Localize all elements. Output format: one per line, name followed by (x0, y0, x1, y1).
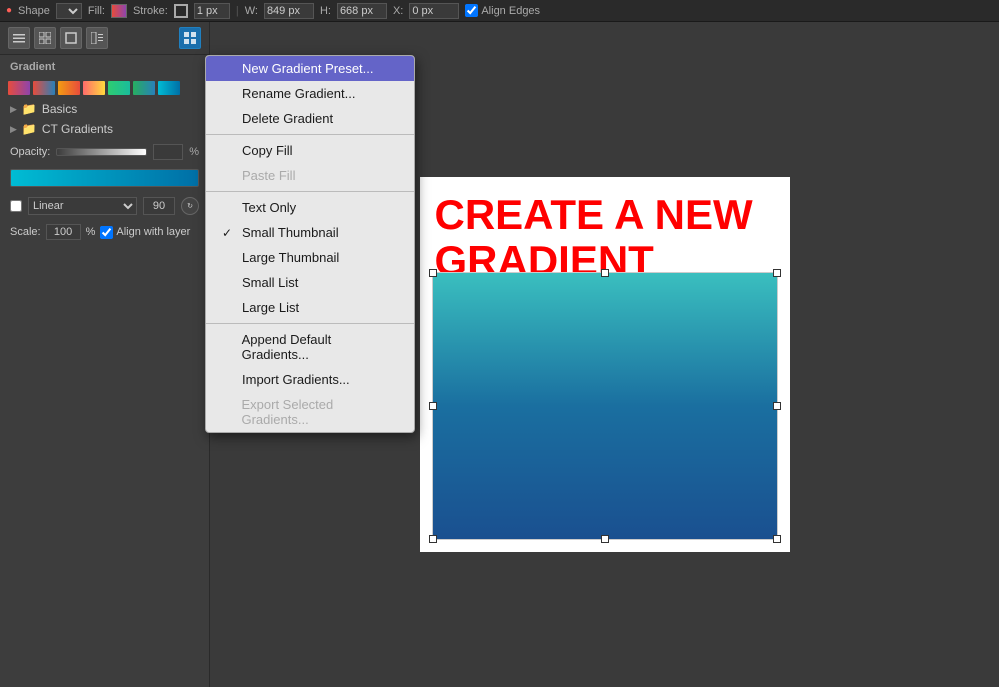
width-input[interactable] (264, 3, 314, 19)
detail-icon-btn[interactable] (86, 27, 108, 49)
menu-item-small-list[interactable]: Small List (206, 270, 414, 295)
folder-name-ct: CT Gradients (42, 122, 113, 136)
folder-icon-ct: 📁 (22, 122, 37, 136)
stroke-swatch[interactable] (174, 4, 188, 18)
swatch-1[interactable] (8, 81, 30, 95)
top-toolbar: ● Shape Fill: Stroke: | W: H: X: Align E… (0, 0, 999, 22)
bottom-controls: Linear ↻ (0, 191, 209, 221)
toolbar-x-label: X: (393, 5, 403, 17)
type-checkbox[interactable] (10, 200, 22, 212)
canvas-document: CREATE A NEW GRADIENT (420, 177, 790, 552)
toolbar-fill-label: Fill: (88, 5, 105, 17)
single-icon-btn[interactable] (60, 27, 82, 49)
menu-item-export-selected: Export Selected Gradients... (206, 392, 414, 432)
handle-tr[interactable] (773, 269, 781, 277)
canvas-headline: CREATE A NEW GRADIENT (435, 192, 753, 284)
expand-arrow-ct: ▶ (10, 124, 17, 135)
gradient-rectangle[interactable] (432, 272, 778, 540)
gradient-bar[interactable] (10, 169, 199, 187)
toolbar-shape-label: Shape (18, 5, 50, 17)
menu-item-text-only[interactable]: Text Only (206, 195, 414, 220)
scale-input[interactable] (46, 224, 81, 240)
left-panel: Gradient ▶ 📁 Basics ▶ 📁 CT Gradients Opa… (0, 22, 210, 687)
scale-pct-label: % (86, 226, 96, 238)
toolbar-stroke-label: Stroke: (133, 5, 168, 17)
menu-item-rename-gradient[interactable]: Rename Gradient... (206, 81, 414, 106)
headline-line1: CREATE A NEW (435, 192, 753, 238)
list-icon-btn[interactable] (8, 27, 30, 49)
height-input[interactable] (337, 3, 387, 19)
handle-bm[interactable] (601, 535, 609, 543)
swatch-4[interactable] (83, 81, 105, 95)
folder-ct-gradients[interactable]: ▶ 📁 CT Gradients (0, 119, 209, 139)
divider1: | (236, 5, 239, 17)
gradient-panel-title: Gradient (0, 55, 209, 77)
stroke-width-input[interactable] (194, 3, 230, 19)
handle-mr[interactable] (773, 402, 781, 410)
menu-item-paste-fill: Paste Fill (206, 163, 414, 188)
opacity-row: Opacity: % (0, 139, 209, 165)
toolbar-w-label: W: (245, 5, 258, 17)
opacity-slider[interactable] (56, 148, 147, 156)
expand-arrow-basics: ▶ (10, 104, 17, 115)
folder-icon-basics: 📁 (22, 102, 37, 116)
swatch-2[interactable] (33, 81, 55, 95)
menu-item-append-default[interactable]: Append Default Gradients... (206, 327, 414, 367)
handle-ml[interactable] (429, 402, 437, 410)
shape-dropdown[interactable] (56, 3, 82, 19)
toolbar-h-label: H: (320, 5, 331, 17)
gradient-bar-container (0, 165, 209, 191)
x-input[interactable] (409, 3, 459, 19)
menu-item-import-gradients[interactable]: Import Gradients... (206, 367, 414, 392)
scale-label: Scale: (10, 226, 41, 238)
handle-br[interactable] (773, 535, 781, 543)
angle-dial[interactable]: ↻ (181, 197, 199, 215)
menu-item-small-thumbnail[interactable]: ✓ Small Thumbnail (206, 220, 414, 245)
handle-tm[interactable] (601, 269, 609, 277)
menu-divider-3 (206, 323, 414, 324)
view-icons-row (0, 22, 209, 55)
opacity-input[interactable] (153, 144, 183, 160)
menu-item-large-list[interactable]: Large List (206, 295, 414, 320)
type-select[interactable]: Linear (28, 197, 137, 215)
align-layer-label[interactable]: Align with layer (100, 226, 190, 239)
check-small-thumb: ✓ (222, 226, 236, 240)
menu-item-new-gradient-preset[interactable]: New Gradient Preset... (206, 56, 414, 81)
fill-swatch[interactable] (111, 4, 127, 18)
close-icon[interactable]: ● (6, 5, 12, 16)
align-edges-label[interactable]: Align Edges (465, 4, 540, 17)
selected-view-icon-btn[interactable] (179, 27, 201, 49)
pct-label: % (189, 146, 199, 158)
scale-row: Scale: % Align with layer (0, 221, 209, 243)
angle-input[interactable] (143, 197, 175, 215)
menu-divider-2 (206, 191, 414, 192)
align-edges-checkbox[interactable] (465, 4, 478, 17)
swatch-3[interactable] (58, 81, 80, 95)
folder-name-basics: Basics (42, 102, 77, 116)
menu-item-copy-fill[interactable]: Copy Fill (206, 138, 414, 163)
gradient-swatches (0, 77, 209, 99)
grid-icon-btn[interactable] (34, 27, 56, 49)
align-layer-checkbox[interactable] (100, 226, 113, 239)
handle-bl[interactable] (429, 535, 437, 543)
menu-divider-1 (206, 134, 414, 135)
dropdown-menu: New Gradient Preset... Rename Gradient..… (205, 55, 415, 433)
swatch-6[interactable] (133, 81, 155, 95)
opacity-label: Opacity: (10, 146, 50, 158)
handle-tl[interactable] (429, 269, 437, 277)
folder-basics[interactable]: ▶ 📁 Basics (0, 99, 209, 119)
menu-item-delete-gradient[interactable]: Delete Gradient (206, 106, 414, 131)
swatch-5[interactable] (108, 81, 130, 95)
menu-item-large-thumbnail[interactable]: Large Thumbnail (206, 245, 414, 270)
swatch-7[interactable] (158, 81, 180, 95)
